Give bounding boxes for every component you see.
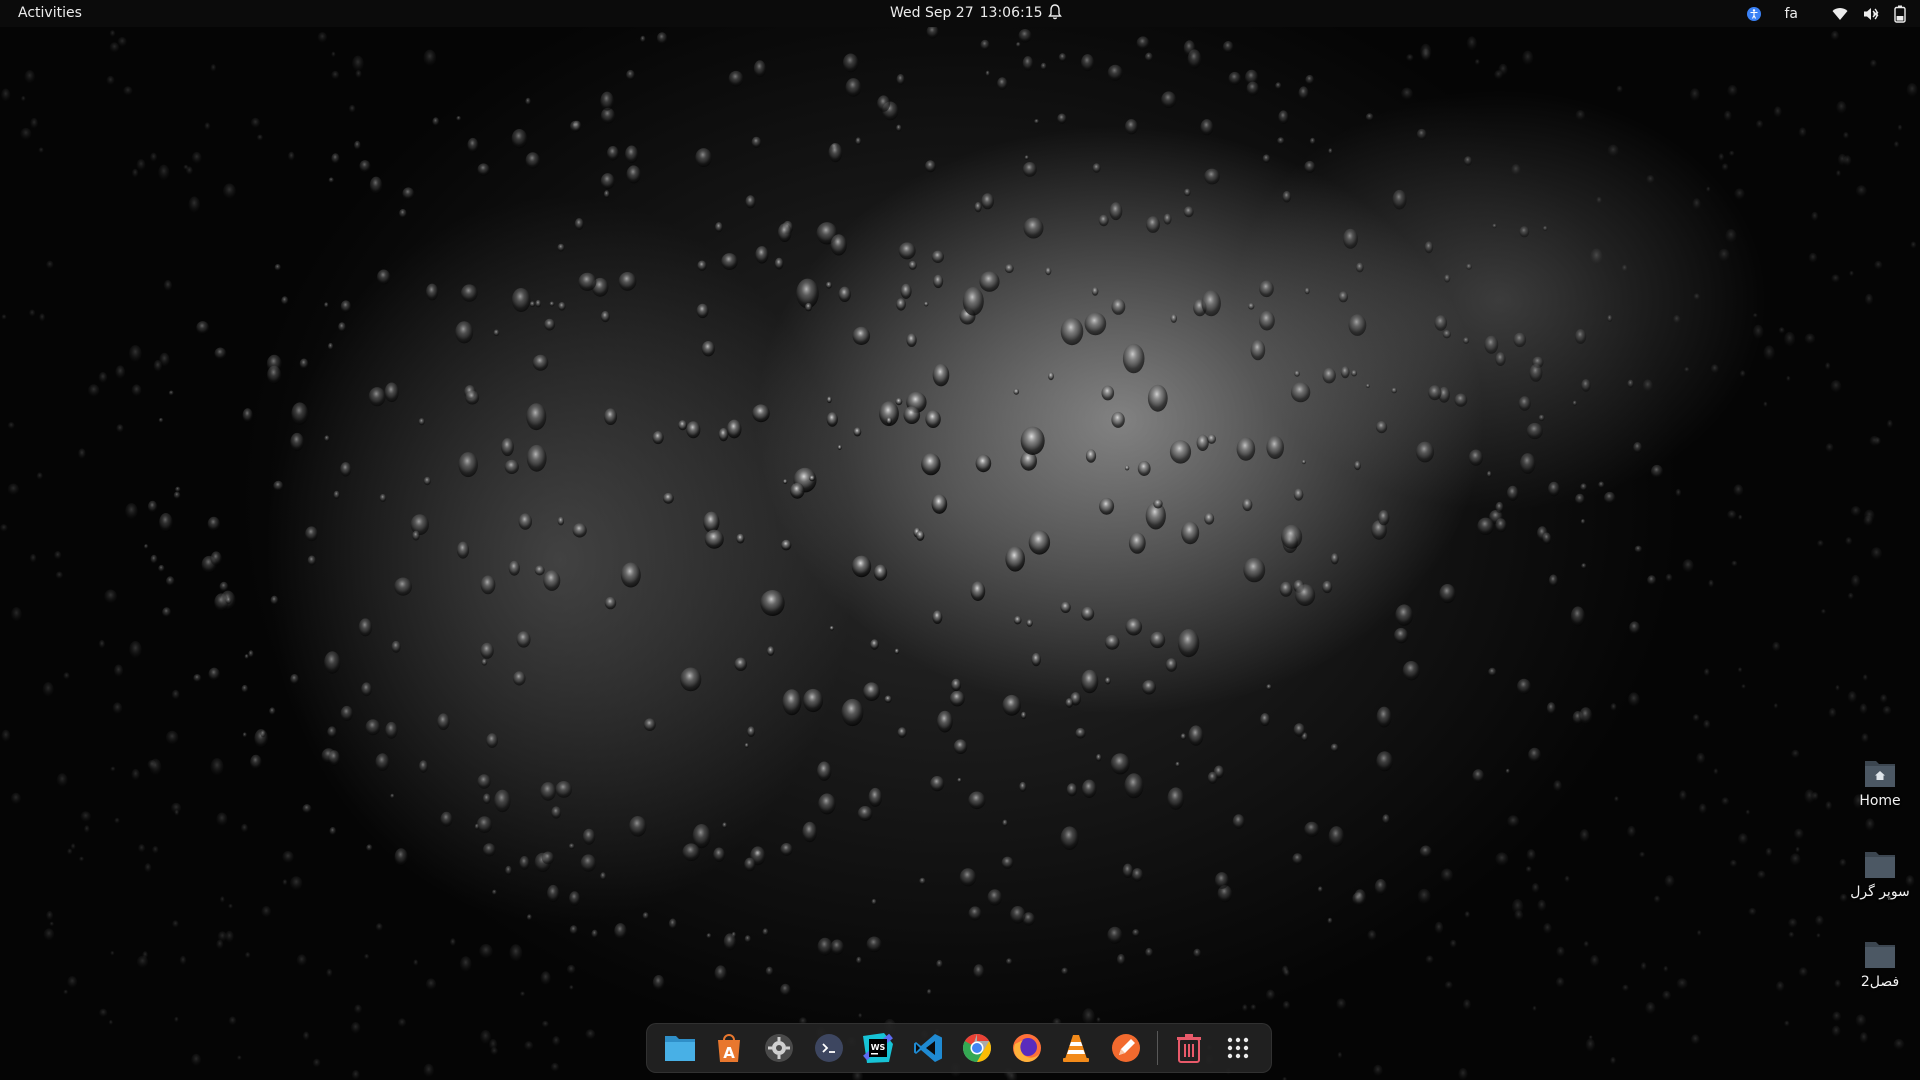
drawing-pen-icon xyxy=(1111,1034,1140,1062)
desktop-icon-label: سوپر گرل xyxy=(1850,884,1910,900)
dock-software-center[interactable]: A xyxy=(708,1026,752,1070)
wifi-icon[interactable] xyxy=(1832,0,1848,27)
clock-time: 13:06:15 xyxy=(979,5,1043,21)
vlc-icon xyxy=(1063,1035,1090,1062)
desktop: Activities Wed Sep 27 13:06:15 fa Home س… xyxy=(0,0,1920,1080)
clock[interactable]: Wed Sep 27 13:06:15 xyxy=(890,5,1043,21)
top-bar: Activities Wed Sep 27 13:06:15 fa xyxy=(0,0,1920,27)
desktop-icon-folder-season2[interactable]: فصل2 xyxy=(1835,938,1920,990)
desktop-icon-home[interactable]: Home xyxy=(1835,757,1920,809)
clock-date: Wed Sep 27 xyxy=(890,5,974,21)
battery-icon[interactable] xyxy=(1894,0,1906,27)
dock-settings[interactable] xyxy=(757,1026,801,1070)
app-grid-icon xyxy=(1227,1037,1249,1059)
folder-icon xyxy=(1865,942,1895,968)
dock-chrome[interactable] xyxy=(955,1026,999,1070)
volume-icon[interactable] xyxy=(1862,0,1880,27)
dock: A WS xyxy=(646,1023,1272,1073)
system-tray[interactable]: fa xyxy=(1746,0,1906,27)
firefox-icon xyxy=(1012,1034,1041,1062)
settings-gear-icon xyxy=(764,1034,793,1062)
folder-icon xyxy=(1865,852,1895,878)
svg-text:A: A xyxy=(724,1044,736,1062)
home-folder-icon xyxy=(1865,761,1895,787)
dock-vlc[interactable] xyxy=(1055,1026,1099,1070)
dock-show-apps[interactable] xyxy=(1216,1026,1260,1070)
accessibility-icon[interactable] xyxy=(1746,0,1762,27)
dock-drawing[interactable] xyxy=(1104,1026,1148,1070)
dock-firefox[interactable] xyxy=(1005,1026,1049,1070)
vscode-icon xyxy=(913,1034,942,1062)
dock-vscode[interactable] xyxy=(906,1026,950,1070)
dock-separator xyxy=(1156,1031,1158,1065)
notification-bell-icon[interactable] xyxy=(1047,3,1063,21)
trash-icon xyxy=(1176,1034,1201,1063)
dock-trash[interactable] xyxy=(1167,1026,1211,1070)
app-store-icon: A xyxy=(718,1034,741,1062)
svg-text:WS: WS xyxy=(871,1043,886,1052)
dock-files[interactable] xyxy=(658,1026,702,1070)
desktop-icon-label: فصل2 xyxy=(1860,974,1900,990)
webstorm-icon: WS xyxy=(863,1033,894,1063)
activities-button[interactable]: Activities xyxy=(18,5,82,21)
desktop-icon-label: Home xyxy=(1859,793,1901,809)
dock-webstorm[interactable]: WS xyxy=(856,1026,900,1070)
dock-terminal[interactable] xyxy=(807,1026,851,1070)
files-icon xyxy=(664,1036,695,1061)
raindrop-wallpaper xyxy=(0,25,1918,1080)
language-indicator[interactable]: fa xyxy=(1784,0,1798,27)
terminal-icon xyxy=(814,1034,843,1062)
desktop-icon-folder-super-girl[interactable]: سوپر گرل xyxy=(1835,848,1920,900)
chrome-icon xyxy=(963,1034,992,1062)
